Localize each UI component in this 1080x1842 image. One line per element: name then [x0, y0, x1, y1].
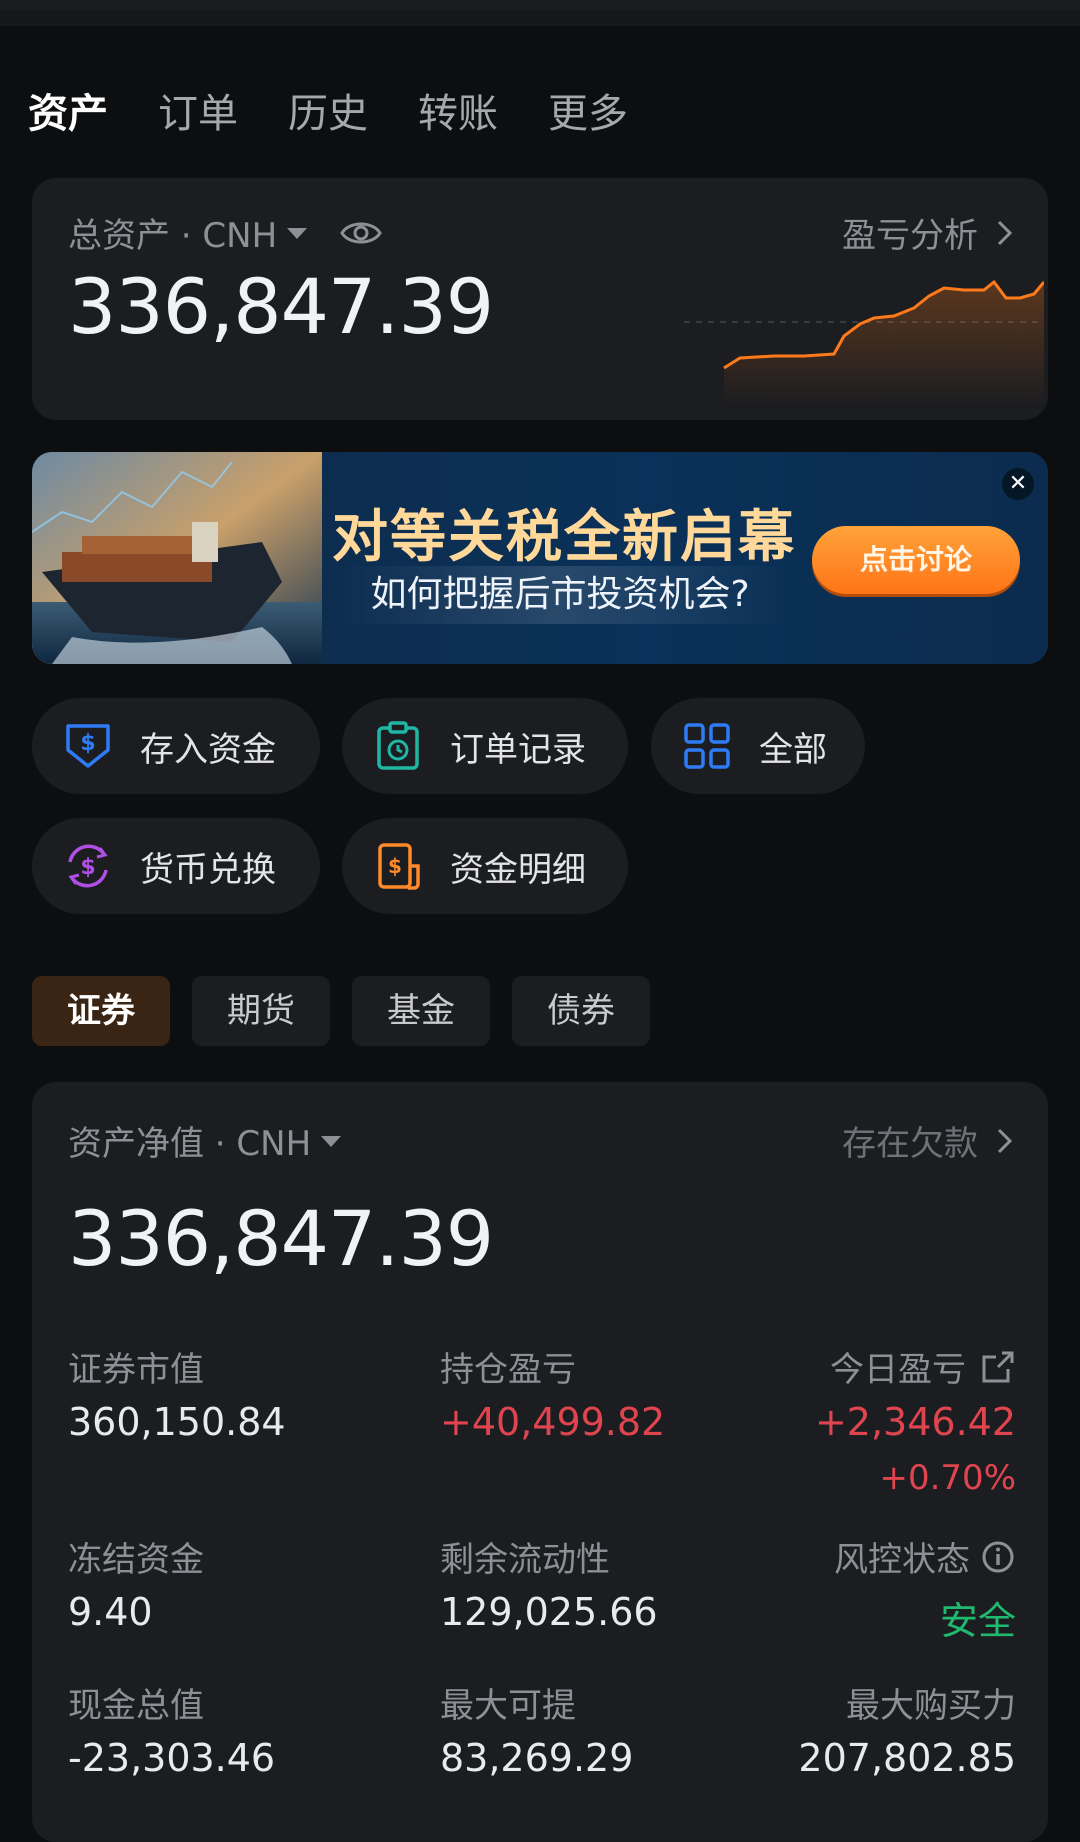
deposit-label: 存入资金: [140, 729, 276, 770]
info-icon[interactable]: [980, 1539, 1016, 1575]
max-withdraw-value: 83,269.29: [440, 1736, 634, 1780]
max-buying-power-label: 最大购买力: [846, 1686, 1016, 1726]
chevron-right-icon: [997, 220, 1013, 245]
tab-orders[interactable]: 订单: [158, 82, 238, 146]
total-assets-label: 总资产 · CNH: [68, 216, 278, 256]
chip-futures[interactable]: 期货: [192, 976, 330, 1046]
market-value: 360,150.84: [68, 1400, 286, 1444]
total-assets-value: 336,847.39: [68, 262, 494, 351]
fund-detail-label: 资金明细: [450, 849, 586, 890]
position-pnl-value: +40,499.82: [440, 1400, 666, 1444]
total-assets-header[interactable]: 总资产 · CNH: [68, 208, 383, 257]
svg-text:$: $: [80, 731, 95, 756]
tab-history[interactable]: 历史: [288, 82, 368, 146]
eye-icon[interactable]: [339, 211, 383, 255]
today-pnl-header[interactable]: 今日盈亏: [830, 1342, 1016, 1391]
debt-label: 存在欠款: [842, 1124, 978, 1164]
net-value-amount: 336,847.39: [68, 1194, 494, 1283]
frozen-funds-value: 9.40: [68, 1590, 153, 1634]
currency-exchange-icon: $: [68, 844, 108, 888]
pnl-analysis-label: 盈亏分析: [842, 216, 978, 256]
risk-status-value: 安全: [939, 1599, 1016, 1643]
currency-dropdown-icon[interactable]: [287, 228, 308, 239]
chip-funds[interactable]: 基金: [352, 976, 490, 1046]
order-record-label: 订单记录: [450, 729, 586, 770]
deposit-button[interactable]: $ 存入资金: [32, 698, 320, 794]
chip-bonds[interactable]: 债券: [512, 976, 650, 1046]
all-features-label: 全部: [759, 729, 827, 770]
fund-detail-button[interactable]: $ 资金明细: [342, 818, 628, 914]
order-record-icon: [377, 721, 419, 770]
discuss-button[interactable]: 点击讨论: [812, 526, 1020, 594]
remaining-liquidity-label: 剩余流动性: [440, 1540, 610, 1580]
chevron-right-icon: [997, 1128, 1013, 1153]
net-value-card: 资产净值 · CNH 存在欠款 336,847.39 证券市值 360,150.…: [32, 1082, 1048, 1842]
cargo-ship-illustration: [32, 452, 322, 664]
net-value-header[interactable]: 资产净值 · CNH: [68, 1116, 342, 1165]
order-record-button[interactable]: 订单记录: [342, 698, 628, 794]
banner-title: 对等关税全新启幕: [332, 505, 796, 570]
debt-link[interactable]: 存在欠款: [842, 1116, 1016, 1165]
tab-transfer[interactable]: 转账: [418, 82, 498, 146]
promo-banner[interactable]: 对等关税全新启幕 如何把握后市投资机会? 点击讨论 ✕: [32, 452, 1048, 664]
total-assets-card: 总资产 · CNH 盈亏分析 336,847.39: [32, 178, 1048, 420]
pnl-sparkline[interactable]: [684, 274, 1044, 406]
svg-text:$: $: [80, 855, 95, 880]
chip-securities[interactable]: 证券: [32, 976, 170, 1046]
svg-text:$: $: [388, 854, 402, 878]
deposit-icon: $: [66, 724, 110, 768]
currency-exchange-button[interactable]: $ 货币兑换: [32, 818, 320, 914]
tab-assets[interactable]: 资产: [26, 82, 110, 146]
today-pnl-percent: +0.70%: [879, 1458, 1017, 1498]
today-pnl-value: +2,346.42: [814, 1400, 1016, 1444]
risk-status-header[interactable]: 风控状态: [834, 1532, 1016, 1581]
currency-exchange-label: 货币兑换: [140, 849, 276, 890]
close-icon[interactable]: ✕: [1002, 468, 1034, 500]
position-pnl-label: 持仓盈亏: [440, 1350, 576, 1390]
top-divider: [0, 10, 1080, 26]
risk-status-label: 风控状态: [834, 1540, 970, 1580]
all-features-button[interactable]: 全部: [651, 698, 865, 794]
frozen-funds-label: 冻结资金: [68, 1540, 204, 1580]
cash-total-value: -23,303.46: [68, 1736, 276, 1780]
pnl-analysis-link[interactable]: 盈亏分析: [842, 208, 1016, 257]
max-withdraw-label: 最大可提: [440, 1686, 576, 1726]
market-value-label: 证券市值: [68, 1350, 204, 1390]
currency-dropdown-icon[interactable]: [321, 1136, 342, 1147]
grid-icon: [684, 723, 730, 769]
banner-subtitle: 如何把握后市投资机会?: [332, 566, 788, 624]
share-icon[interactable]: [980, 1349, 1016, 1385]
main-tabs: 资产 订单 历史 转账 更多: [26, 82, 678, 146]
tab-more[interactable]: 更多: [548, 82, 628, 146]
today-pnl-label: 今日盈亏: [830, 1350, 966, 1390]
remaining-liquidity-value: 129,025.66: [440, 1590, 658, 1634]
cash-total-label: 现金总值: [68, 1686, 204, 1726]
max-buying-power-value: 207,802.85: [798, 1736, 1016, 1780]
fund-detail-icon: $: [378, 843, 420, 890]
net-value-label: 资产净值 · CNH: [68, 1124, 312, 1164]
